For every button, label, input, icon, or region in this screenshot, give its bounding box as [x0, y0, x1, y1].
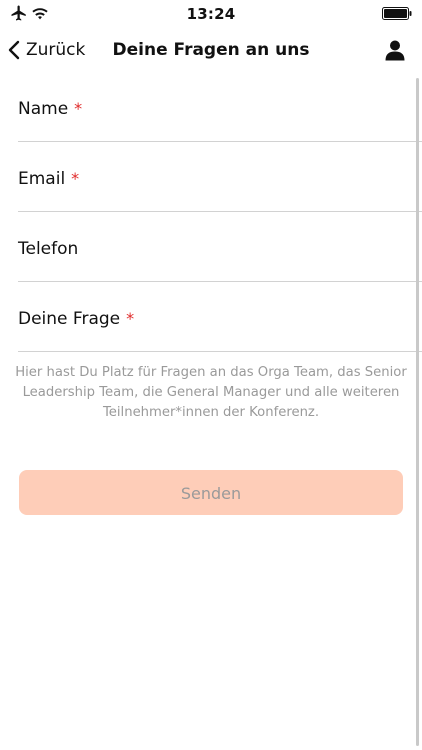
- form-hint-text: Hier hast Du Platz für Fragen an das Org…: [15, 365, 407, 420]
- phone-input[interactable]: [158, 232, 402, 264]
- page-title: Deine Fragen an uns: [112, 40, 310, 60]
- phone-field-label: Telefon: [18, 239, 79, 259]
- name-field-label: Name *: [18, 99, 83, 119]
- question-form: Name * Email * Telefon Deine Frage *: [0, 72, 422, 352]
- question-input[interactable]: [158, 302, 402, 334]
- phone-field[interactable]: Telefon: [18, 212, 422, 282]
- person-icon[interactable]: [384, 39, 406, 61]
- question-field-label: Deine Frage *: [18, 309, 135, 329]
- email-field-label: Email *: [18, 169, 80, 189]
- name-field[interactable]: Name *: [18, 72, 422, 142]
- required-marker: *: [71, 169, 80, 188]
- question-field[interactable]: Deine Frage *: [18, 282, 422, 352]
- navigation-bar: Zurück Deine Fragen an uns: [0, 28, 422, 72]
- required-marker: *: [126, 309, 135, 328]
- send-button[interactable]: Senden: [19, 470, 403, 515]
- status-bar: 13:24: [0, 0, 422, 28]
- email-field[interactable]: Email *: [18, 142, 422, 212]
- email-input[interactable]: [158, 162, 402, 194]
- name-input[interactable]: [158, 92, 402, 124]
- scrollbar[interactable]: [416, 78, 419, 746]
- required-marker: *: [74, 99, 83, 118]
- screen: 13:24 Zurück Deine Fragen an uns Name * E…: [0, 0, 422, 750]
- status-time: 13:24: [186, 5, 236, 23]
- battery-icon: [382, 7, 412, 20]
